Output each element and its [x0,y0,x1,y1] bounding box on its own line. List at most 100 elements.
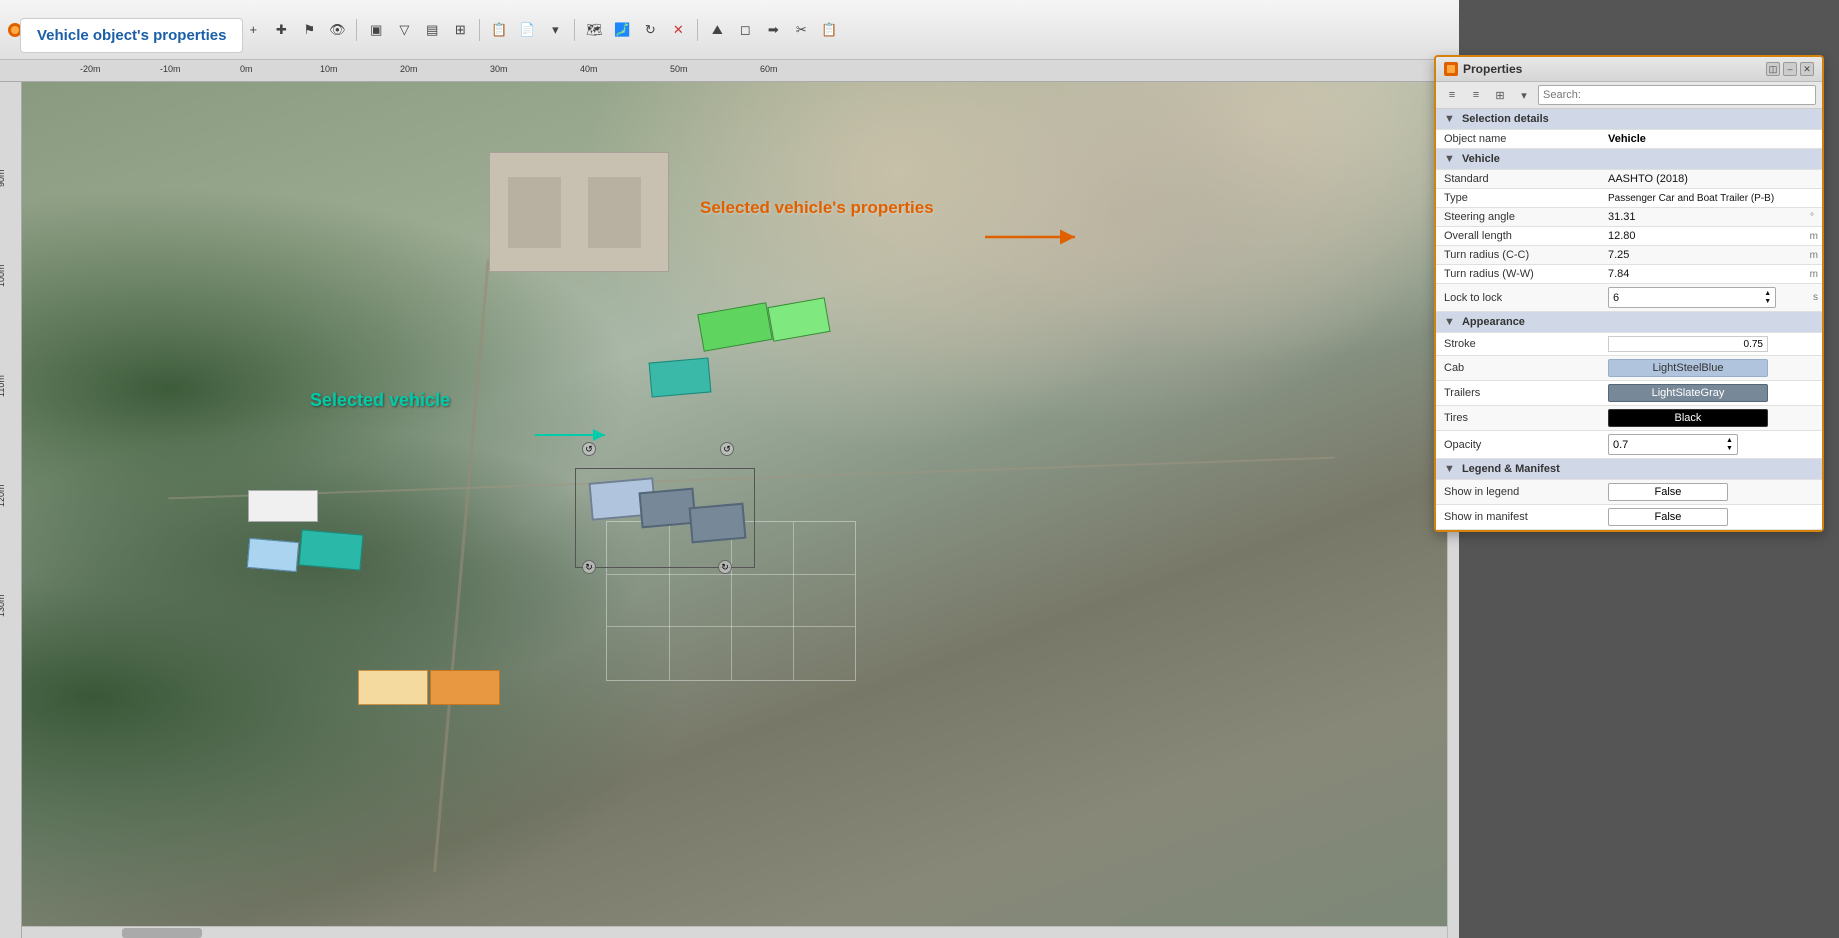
row-type: Type Passenger Car and Boat Trailer (P-B… [1436,189,1822,208]
opacity-spinner-up[interactable]: ▲ [1726,437,1733,444]
map2-btn[interactable]: 🗾 [610,18,634,42]
lock-to-lock-num: 6 [1613,292,1619,304]
panel-title: Properties [1463,62,1522,76]
lock-to-lock-label: Lock to lock [1436,284,1600,312]
ruler-mark-110m: 110m [0,375,6,397]
arrow-btn[interactable]: ➡ [761,18,785,42]
insert-btn[interactable]: ✚ [269,18,293,42]
section-toggle-appearance[interactable]: ▼ [1444,316,1458,328]
panel-min-btn[interactable]: – [1783,62,1797,76]
turn-radius-cc-label: Turn radius (C-C) [1436,246,1600,265]
table-btn[interactable]: ⊞ [448,18,472,42]
copy-btn[interactable]: 📋 [487,18,511,42]
object-name-label: Object name [1436,130,1600,149]
panel-detach-btn[interactable]: ◫ [1766,62,1780,76]
main-container: Vehicle object's properties ▼ ◎ 185% 🔍 +… [0,0,1839,938]
doc-btn[interactable]: 📄 [515,18,539,42]
rotation-handle3[interactable]: ↺ [720,442,734,456]
section-toggle-vehicle[interactable]: ▼ [1444,153,1458,165]
scissors-btn[interactable]: ✂ [789,18,813,42]
section-vehicle-label: Vehicle [1462,153,1500,165]
mountain-btn[interactable]: ⛰ [705,18,729,42]
vehicle-white[interactable] [248,490,318,522]
grid-btn[interactable]: ▤ [420,18,444,42]
show-in-legend-btn[interactable]: False [1608,483,1728,501]
lock-to-lock-value[interactable]: 6 ▲ ▼ [1600,284,1784,312]
spinner-down[interactable]: ▼ [1764,298,1771,305]
show-in-manifest-value: False [1655,511,1682,523]
stroke-swatch[interactable]: 0.75 [1608,336,1768,352]
ruler-mark-100m: 100m [0,264,6,287]
row-object-name: Object name Vehicle [1436,130,1822,149]
ruler-mark-60: 60m [760,64,778,74]
cab-color-swatch[interactable]: LightSteelBlue [1608,359,1768,377]
trailers-color-swatch[interactable]: LightSlateGray [1608,384,1768,402]
overall-length-value: 12.80 [1600,227,1784,246]
tires-label: Tires [1436,406,1600,431]
ruler-mark-90m: 90m [0,169,6,187]
tires-color-swatch[interactable]: Black [1608,409,1768,427]
delete-btn[interactable]: ✕ [666,18,690,42]
arrow-svg-2 [985,225,1085,250]
panel-toolbar-btn1[interactable]: ≡ [1442,85,1462,105]
rotation-handle2[interactable]: ↻ [582,560,596,574]
section-toggle-legend[interactable]: ▼ [1444,463,1458,475]
row-tires: Tires Black [1436,406,1822,431]
map-area[interactable]: -20m -10m 0m 10m 20m 30m 40m 50m 60m 90m… [0,60,1459,938]
cab-label: Cab [1436,356,1600,381]
rotate-btn[interactable]: ↻ [638,18,662,42]
tires-color-label: Black [1675,412,1702,424]
opacity-label: Opacity [1436,431,1600,459]
vehicle-orange1[interactable] [358,670,428,705]
add-btn[interactable]: + [241,18,265,42]
triangle-btn[interactable]: ▽ [392,18,416,42]
opacity-num: 0.7 [1613,439,1628,451]
square-btn[interactable]: ◻ [733,18,757,42]
section-legend-header: ▼ Legend & Manifest [1436,459,1822,480]
tires-value-cell: Black [1600,406,1822,431]
binoculars-btn[interactable]: 👁 [325,18,349,42]
ruler-mark-30: 30m [490,64,508,74]
panel-toolbar-btn4[interactable]: ▾ [1514,85,1534,105]
vehicle-teal-small[interactable] [299,529,364,570]
rotation-handle4[interactable]: ↻ [718,560,732,574]
sep3 [479,19,480,41]
cab-color-label: LightSteelBlue [1653,362,1724,374]
show-in-manifest-btn[interactable]: False [1608,508,1728,526]
arrow-svg-1 [535,420,615,450]
rect-btn[interactable]: ▣ [364,18,388,42]
app-title: Vehicle object's properties [37,27,226,44]
type-value: Passenger Car and Boat Trailer (P-B) [1600,189,1822,208]
row-standard: Standard AASHTO (2018) [1436,170,1822,189]
standard-label: Standard [1436,170,1600,189]
map-btn[interactable]: 🗺 [582,18,606,42]
stroke-container: 0.75 [1608,336,1814,352]
opacity-value-cell[interactable]: 0.7 ▲ ▼ [1600,431,1784,459]
vehicle-teal1[interactable] [649,357,712,397]
section-toggle-selection[interactable]: ▼ [1444,113,1458,125]
spinner-up[interactable]: ▲ [1764,290,1771,297]
opacity-spinner[interactable]: 0.7 ▲ ▼ [1608,434,1738,455]
map-scrollbar-h[interactable] [22,926,1447,938]
properties-arrow [985,225,1085,253]
panel-close-btn[interactable]: ✕ [1800,62,1814,76]
panel-toolbar-btn3[interactable]: ⊞ [1490,85,1510,105]
opacity-spinner-down[interactable]: ▼ [1726,445,1733,452]
flag-btn[interactable]: ⚑ [297,18,321,42]
lock-to-lock-spinner[interactable]: 6 ▲ ▼ [1608,287,1776,308]
panel-toolbar-btn2[interactable]: ≡ [1466,85,1486,105]
vehicle-blue-small[interactable] [247,538,299,572]
panel-search-input[interactable] [1538,85,1816,105]
selected-vehicle-trailer2[interactable] [689,503,747,544]
ruler-mark-130m: 130m [0,594,6,617]
spinner-arrows: ▲ ▼ [1764,290,1771,305]
building [489,152,669,272]
doc-down-btn[interactable]: ▾ [543,18,567,42]
opacity-spinner-arrows: ▲ ▼ [1726,437,1733,452]
stroke-label: Stroke [1436,333,1600,356]
paste-btn[interactable]: 📋 [817,18,841,42]
ruler-top: -20m -10m 0m 10m 20m 30m 40m 50m 60m [0,60,1459,82]
properties-annotation: Selected vehicle's properties [700,198,934,218]
vehicle-orange2[interactable] [430,670,500,705]
panel-icon [1444,62,1458,76]
